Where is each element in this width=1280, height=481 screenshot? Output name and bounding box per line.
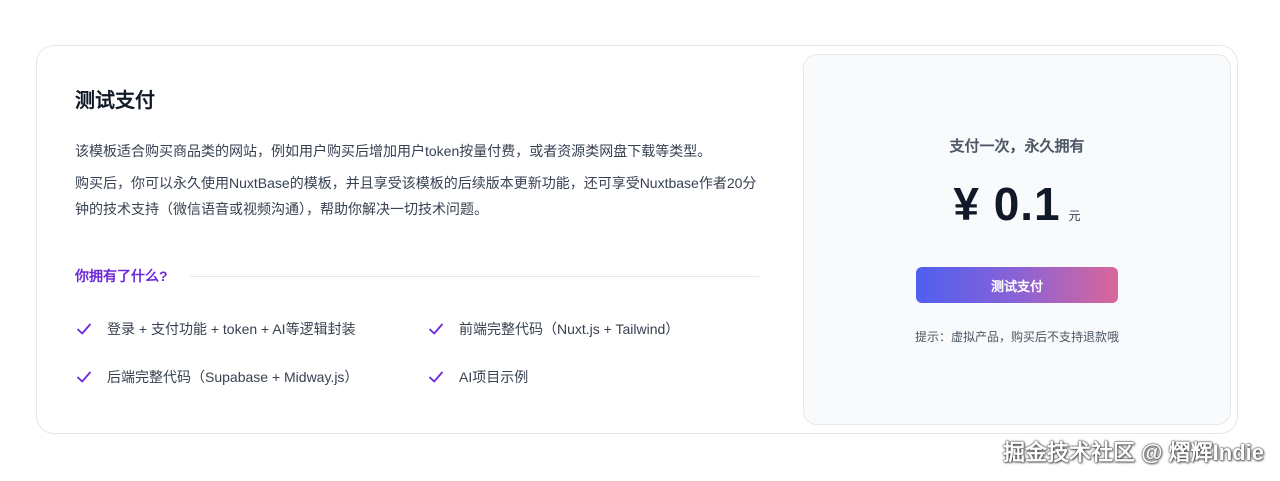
feature-text: 后端完整代码（Supabase + Midway.js） — [107, 369, 359, 385]
watermark: 掘金技术社区 @ 熠辉Indie — [1002, 440, 1264, 465]
check-icon — [77, 371, 91, 383]
product-description-1: 该模板适合购买商品类的网站，例如用户购买后增加用户token按量付费，或者资源类… — [75, 143, 712, 159]
product-title: 测试支付 — [75, 90, 155, 112]
feature-list: 登录 + 支付功能 + token + AI等逻辑封装 前端完整代码（Nuxt.… — [75, 316, 775, 390]
features-section-label: 你拥有了什么? — [75, 268, 168, 284]
section-divider — [189, 275, 759, 277]
check-icon — [429, 371, 443, 383]
refund-hint: 提示：虚拟产品，购买后不支持退款哦 — [914, 330, 1119, 344]
pricing-panel: 支付一次，永久拥有 ¥ 0.1 元 测试支付 提示：虚拟产品，购买后不支持退款哦 — [803, 54, 1231, 425]
price-display: ¥ 0.1 元 — [804, 177, 1230, 231]
features-section-header: 你拥有了什么? — [75, 266, 759, 286]
pricing-headline: 支付一次，永久拥有 — [949, 138, 1085, 155]
product-description-2: 购买后，你可以永久使用NuxtBase的模板，并且享受该模板的后续版本更新功能，… — [75, 175, 757, 217]
check-icon — [429, 323, 443, 335]
check-icon — [77, 323, 91, 335]
feature-text: AI项目示例 — [459, 369, 529, 385]
feature-item: 前端完整代码（Nuxt.js + Tailwind） — [427, 316, 767, 342]
product-info: 测试支付 该模板适合购买商品类的网站，例如用户购买后增加用户token按量付费，… — [75, 86, 759, 385]
price-amount: ¥ 0.1 — [953, 178, 1061, 230]
feature-text: 登录 + 支付功能 + token + AI等逻辑封装 — [107, 321, 356, 337]
product-card: 测试支付 该模板适合购买商品类的网站，例如用户购买后增加用户token按量付费，… — [36, 45, 1238, 434]
feature-item: 登录 + 支付功能 + token + AI等逻辑封装 — [75, 316, 427, 342]
price-unit: 元 — [1068, 209, 1081, 223]
feature-item: AI项目示例 — [427, 364, 767, 390]
test-pay-button[interactable]: 测试支付 — [916, 267, 1118, 303]
feature-item: 后端完整代码（Supabase + Midway.js） — [75, 364, 427, 390]
feature-text: 前端完整代码（Nuxt.js + Tailwind） — [459, 321, 680, 337]
